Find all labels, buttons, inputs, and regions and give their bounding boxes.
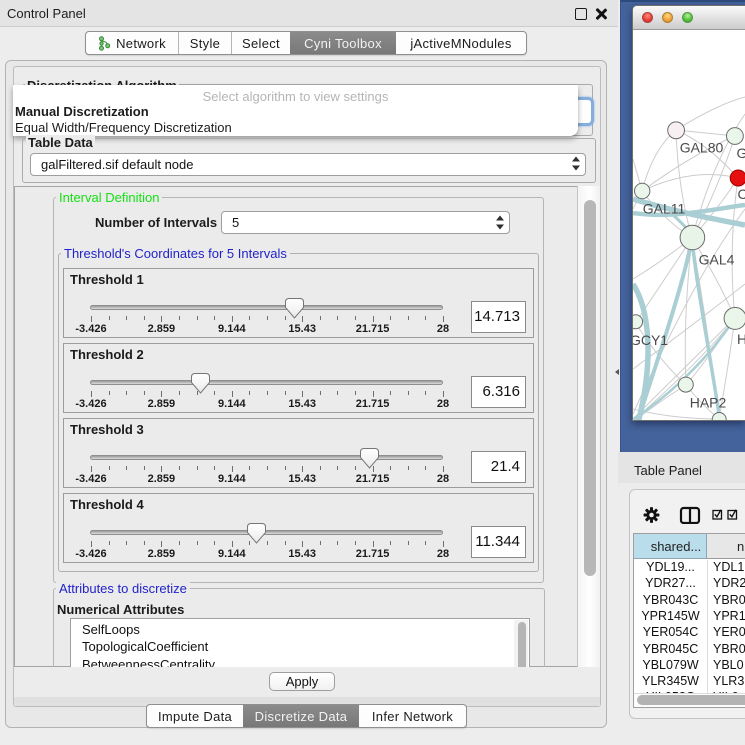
svg-text:HIS: HIS	[737, 331, 745, 347]
svg-text:GAL80: GAL80	[680, 140, 724, 156]
svg-text:CDC: CDC	[738, 186, 745, 202]
svg-text:GAL: GAL	[737, 145, 745, 161]
svg-text:GAL11: GAL11	[643, 201, 686, 217]
svg-text:HAP2: HAP2	[690, 395, 727, 411]
svg-text:GCY1: GCY1	[633, 332, 668, 348]
svg-text:GAL4: GAL4	[699, 252, 735, 268]
